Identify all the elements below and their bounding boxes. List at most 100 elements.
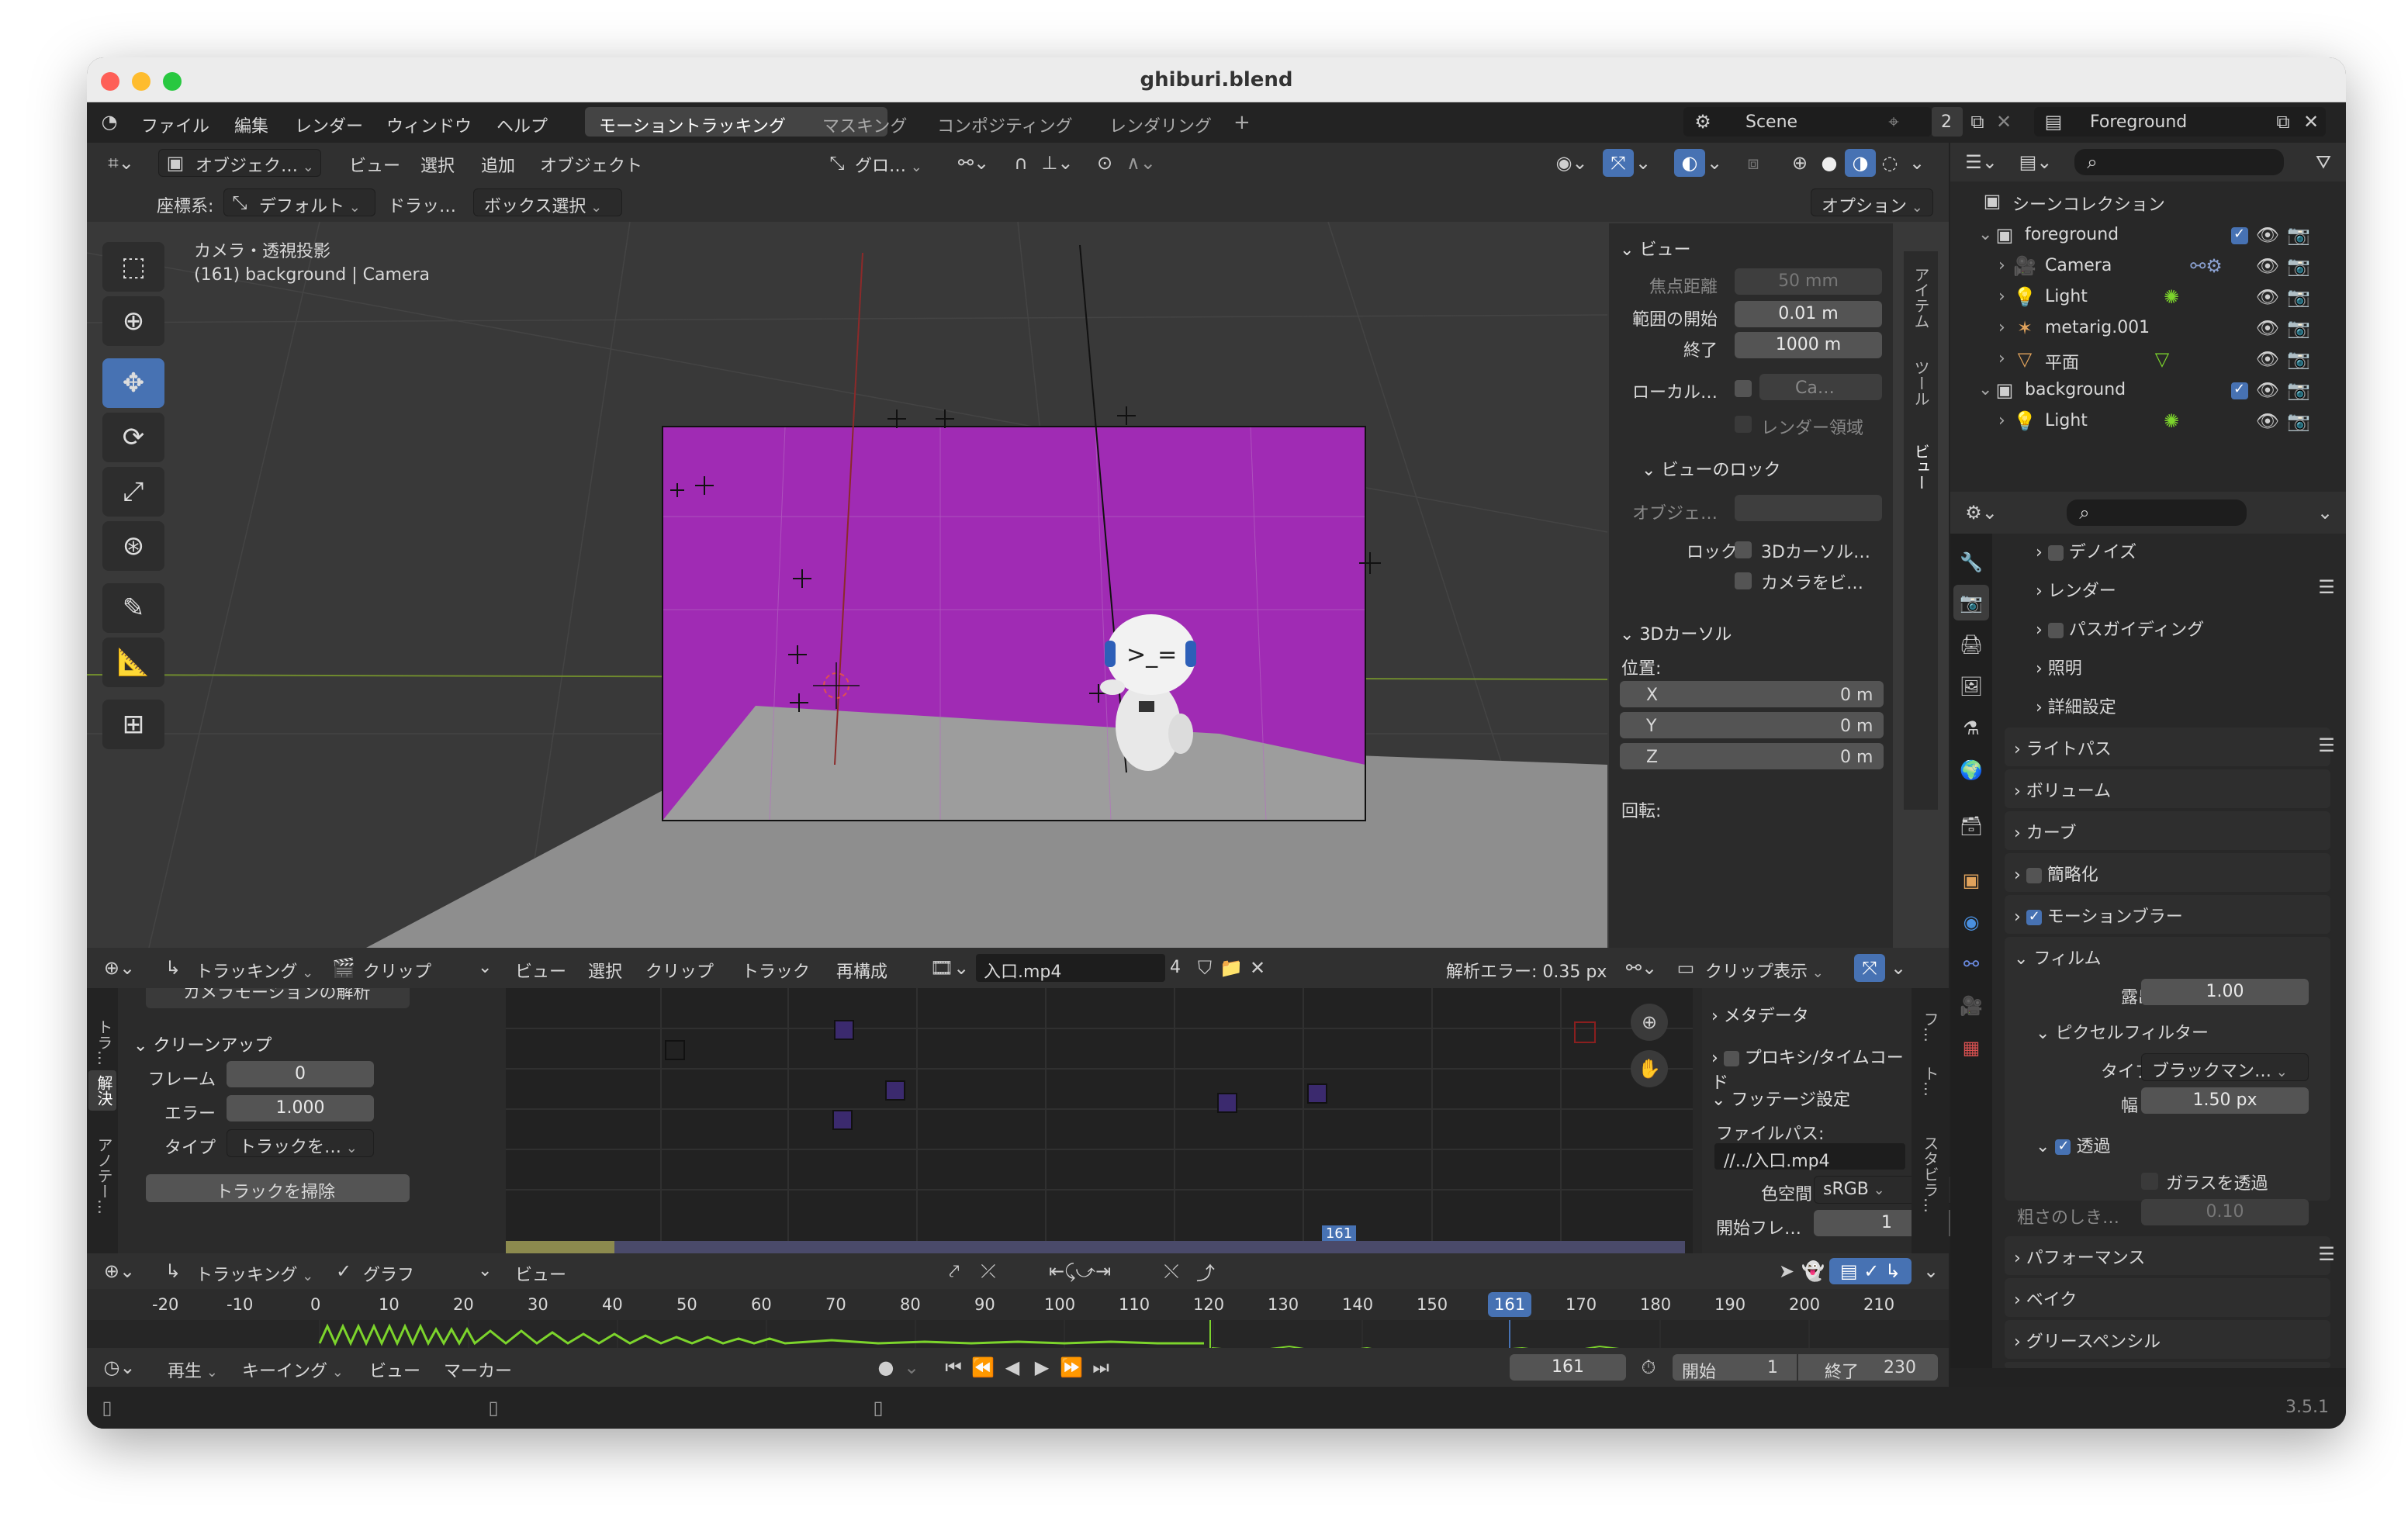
falloff-icon[interactable]: ∧⌄ xyxy=(1122,150,1161,175)
graph-tool-1-icon[interactable]: ⤤ xyxy=(940,1260,968,1283)
jump-start-icon[interactable]: ⏮ xyxy=(940,1356,967,1379)
transform-tool[interactable]: ⊛ xyxy=(102,521,164,571)
select-box-tool[interactable]: ⬚ xyxy=(102,242,164,292)
graph-tool-group-icon[interactable]: ⇤⤹⤻⇥ xyxy=(1018,1260,1142,1283)
outliner-row-foreground[interactable]: ⌄ ▣ foreground 👁 📷 xyxy=(1950,220,2330,251)
graph-mode-selector[interactable]: トラッキング xyxy=(195,1261,313,1286)
editor-type-icon[interactable]: ⌗⌄ xyxy=(99,150,143,175)
measure-tool[interactable]: 📐 xyxy=(102,638,164,687)
close-view-layer-icon[interactable]: ✕ xyxy=(2299,110,2323,133)
visibility-icon[interactable]: ◉⌄ xyxy=(1550,150,1593,175)
move-tool[interactable]: ✥ xyxy=(102,358,164,408)
eye-icon[interactable]: 👁 xyxy=(2256,410,2279,433)
unlink-clip-icon[interactable]: ✕ xyxy=(1246,956,1269,980)
blender-logo-icon[interactable]: ◔ xyxy=(96,109,123,135)
snap-target-icon[interactable]: ⊥⌄ xyxy=(1038,150,1077,175)
camera-render-icon[interactable]: 📷 xyxy=(2287,223,2310,247)
exposure-field[interactable]: 1.00 xyxy=(2141,979,2309,1005)
select-pointer-icon[interactable]: ➤ xyxy=(1775,1260,1798,1283)
camera-render-icon[interactable]: 📷 xyxy=(2287,285,2310,309)
eye-icon[interactable]: 👁 xyxy=(2256,254,2279,278)
tab-masking[interactable]: マスキング xyxy=(822,112,907,137)
lock-object-field[interactable] xyxy=(1735,495,1882,521)
panel-advanced[interactable]: › 詳細設定 xyxy=(2036,693,2116,718)
gizmo-dropdown-icon[interactable]: ⌄ xyxy=(1635,150,1651,175)
view-layer-tab-icon[interactable]: 🖼 xyxy=(1958,673,1984,700)
record-dropdown-icon[interactable]: ⌄ xyxy=(901,1356,922,1379)
filter-width-field[interactable]: 1.50 px xyxy=(2141,1087,2309,1114)
graph-menu-view[interactable]: ビュー xyxy=(515,1261,566,1286)
proportional-edit-icon[interactable]: ⊙ xyxy=(1091,150,1119,175)
glass-checkbox[interactable] xyxy=(2141,1173,2158,1190)
outliner-search[interactable] xyxy=(2074,149,2284,175)
eye-icon[interactable]: 👁 xyxy=(2256,285,2279,309)
camera-render-icon[interactable]: 📷 xyxy=(2287,316,2310,340)
overlay-dropdown-icon[interactable]: ⌄ xyxy=(1707,150,1722,175)
focal-length-field[interactable]: 50 mm xyxy=(1735,268,1882,295)
filter-icon[interactable]: ⛛ xyxy=(2312,150,2335,174)
camera-render-icon[interactable]: 📷 xyxy=(2287,410,2310,433)
viewport-menu-select[interactable]: 選択 xyxy=(420,152,455,177)
graph-ruler[interactable]: -20 -10 0 10 20 30 40 50 60 70 80 90 100… xyxy=(87,1289,1949,1320)
jump-end-icon[interactable]: ⏭ xyxy=(1088,1356,1114,1379)
view-lock-header[interactable]: ⌄ ビューのロック xyxy=(1642,456,1780,481)
properties-type-icon[interactable]: ⚙⌄ xyxy=(1960,501,2003,524)
sidebar-tab-view[interactable]: ビュー xyxy=(1910,444,1932,490)
graph-tool-3-icon[interactable]: ⤬ xyxy=(1157,1260,1185,1283)
camera-solve-button[interactable]: カメラモーションの解析 xyxy=(146,988,410,1008)
clip-view-selector[interactable]: クリップ xyxy=(363,958,431,983)
panel-denoise[interactable]: › デノイズ xyxy=(2036,538,2136,563)
clip-start-field[interactable]: 0.01 m xyxy=(1735,301,1882,327)
play-icon[interactable]: ▶ xyxy=(1029,1356,1055,1379)
tool-tab-icon[interactable]: 🔧 xyxy=(1958,549,1984,575)
camera-render-icon[interactable]: 📷 xyxy=(2287,347,2310,371)
clip-tab-footage[interactable]: フ… xyxy=(1919,1011,1942,1042)
scene-tab-icon[interactable]: ⚗ xyxy=(1958,715,1984,741)
local-camera-checkbox[interactable] xyxy=(1735,380,1752,397)
clip-end-field[interactable]: 1000 m xyxy=(1735,332,1882,358)
menu-file[interactable]: ファイル xyxy=(141,112,209,137)
clip-menu-select[interactable]: 選択 xyxy=(588,958,622,983)
cursor-tool[interactable]: ⊕ xyxy=(102,296,164,346)
snap-icon[interactable]: ∩ xyxy=(1007,150,1035,175)
cleanup-header[interactable]: ⌄ クリーンアップ xyxy=(133,1032,272,1056)
lock-cursor-checkbox[interactable] xyxy=(1735,541,1752,558)
ghost-icon[interactable]: 👻 xyxy=(1801,1260,1825,1283)
metadata-header[interactable]: › メタデータ xyxy=(1711,1002,1809,1027)
pin-icon[interactable]: ⌖ xyxy=(1882,110,1905,133)
add-workspace-button[interactable]: + xyxy=(1233,111,1251,134)
texture-tab-icon[interactable]: ▦ xyxy=(1958,1035,1984,1061)
graph-tool-2-icon[interactable]: ⤫ xyxy=(974,1260,1002,1283)
fake-user-icon[interactable]: ⛉ xyxy=(1193,956,1216,980)
pivot-icon[interactable]: ⚯⌄ xyxy=(954,150,993,175)
panel-path-guiding[interactable]: › パスガイディング xyxy=(2036,616,2204,641)
graph-view-selector[interactable]: グラフ xyxy=(363,1261,414,1286)
list-icon[interactable]: ☰ xyxy=(2315,1242,2338,1266)
cleanup-error-field[interactable]: 1.000 xyxy=(227,1095,374,1121)
drag-label[interactable]: ドラッ… xyxy=(388,192,456,217)
tab-compositing[interactable]: コンポジティング xyxy=(937,112,1073,137)
clip-menu-view[interactable]: ビュー xyxy=(515,958,566,983)
shading-dropdown-icon[interactable]: ⌄ xyxy=(1905,150,1929,175)
wireframe-shading-icon[interactable]: ⊕ xyxy=(1786,150,1814,175)
outliner-row-light-2[interactable]: › 💡 Light ✺ 👁 📷 xyxy=(1950,406,2330,437)
clip-gizmo-dropdown-icon[interactable]: ⌄ xyxy=(1887,956,1910,980)
scene-canvas[interactable]: >_= xyxy=(87,222,1607,948)
collection-tab-icon[interactable]: 🗃 xyxy=(1958,813,1984,839)
panel-lighting[interactable]: › 照明 xyxy=(2036,655,2082,679)
footage-header[interactable]: ⌄ フッテージ設定 xyxy=(1711,1086,1850,1111)
pixel-filter-header[interactable]: ⌄ ピクセルフィルター xyxy=(2036,1019,2209,1044)
tab-rendering[interactable]: レンダリング xyxy=(1109,112,1212,137)
graph-editor-type-icon[interactable]: ⊕⌄ xyxy=(98,1260,141,1283)
viewport-menu-view[interactable]: ビュー xyxy=(349,152,400,177)
3d-cursor-header[interactable]: ⌄ 3Dカーソル xyxy=(1620,620,1732,645)
3d-viewport[interactable]: ⌗⌄ ▣ オブジェク… ビュー 選択 追加 オブジェクト ⤡ グロ… ⚯⌄ ∩ … xyxy=(87,143,1949,948)
stopwatch-icon[interactable]: ⏱ xyxy=(1635,1356,1662,1379)
rendered-shading-icon[interactable]: ◌ xyxy=(1876,150,1904,175)
graph-tool-4-icon[interactable]: ⤴ xyxy=(1192,1260,1220,1284)
menu-help[interactable]: ヘルプ xyxy=(496,112,548,137)
menu-edit[interactable]: 編集 xyxy=(234,112,268,137)
exclude-checkbox[interactable] xyxy=(2231,226,2248,244)
menu-window[interactable]: ウィンドウ xyxy=(386,112,472,137)
clip-tab-annotation[interactable]: アノテー… xyxy=(93,1137,116,1215)
